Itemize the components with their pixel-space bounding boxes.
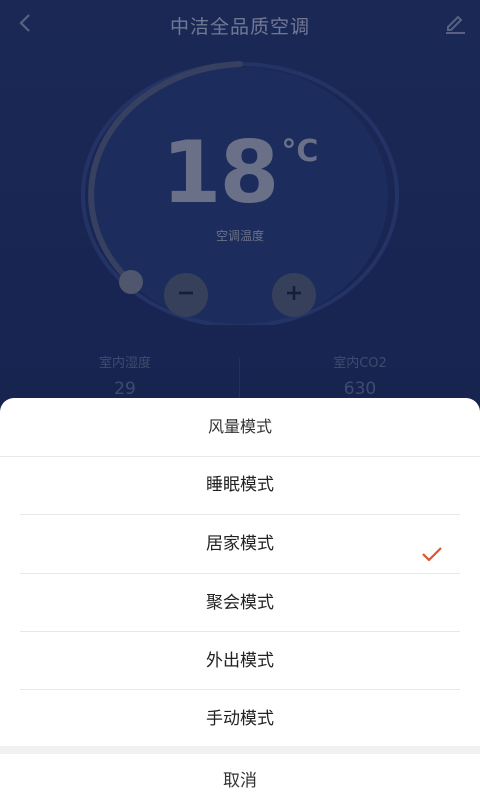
sheet-separator (0, 746, 480, 754)
app-root: 中洁全品质空调 18 °C 空调温度 室内湿度 29 室内CO2 630 风量模… (0, 0, 480, 800)
option-label: 睡眠模式 (206, 475, 274, 495)
option-sleep-mode[interactable]: 睡眠模式 (20, 456, 460, 514)
option-away-mode[interactable]: 外出模式 (20, 632, 460, 690)
option-party-mode[interactable]: 聚会模式 (20, 574, 460, 632)
option-home-mode[interactable]: 居家模式 (20, 515, 460, 573)
option-label: 手动模式 (206, 709, 274, 729)
cancel-button[interactable]: 取消 (0, 754, 480, 800)
option-label: 聚会模式 (206, 593, 274, 613)
sheet-title: 风量模式 (0, 398, 480, 457)
checkmark-icon (420, 532, 444, 562)
option-manual-mode[interactable]: 手动模式 (20, 690, 460, 748)
option-label: 外出模式 (206, 651, 274, 671)
fan-mode-sheet: 风量模式 睡眠模式 居家模式 聚会模式 外出模式 手动模式 取消 (0, 398, 480, 800)
option-label: 居家模式 (206, 534, 274, 554)
